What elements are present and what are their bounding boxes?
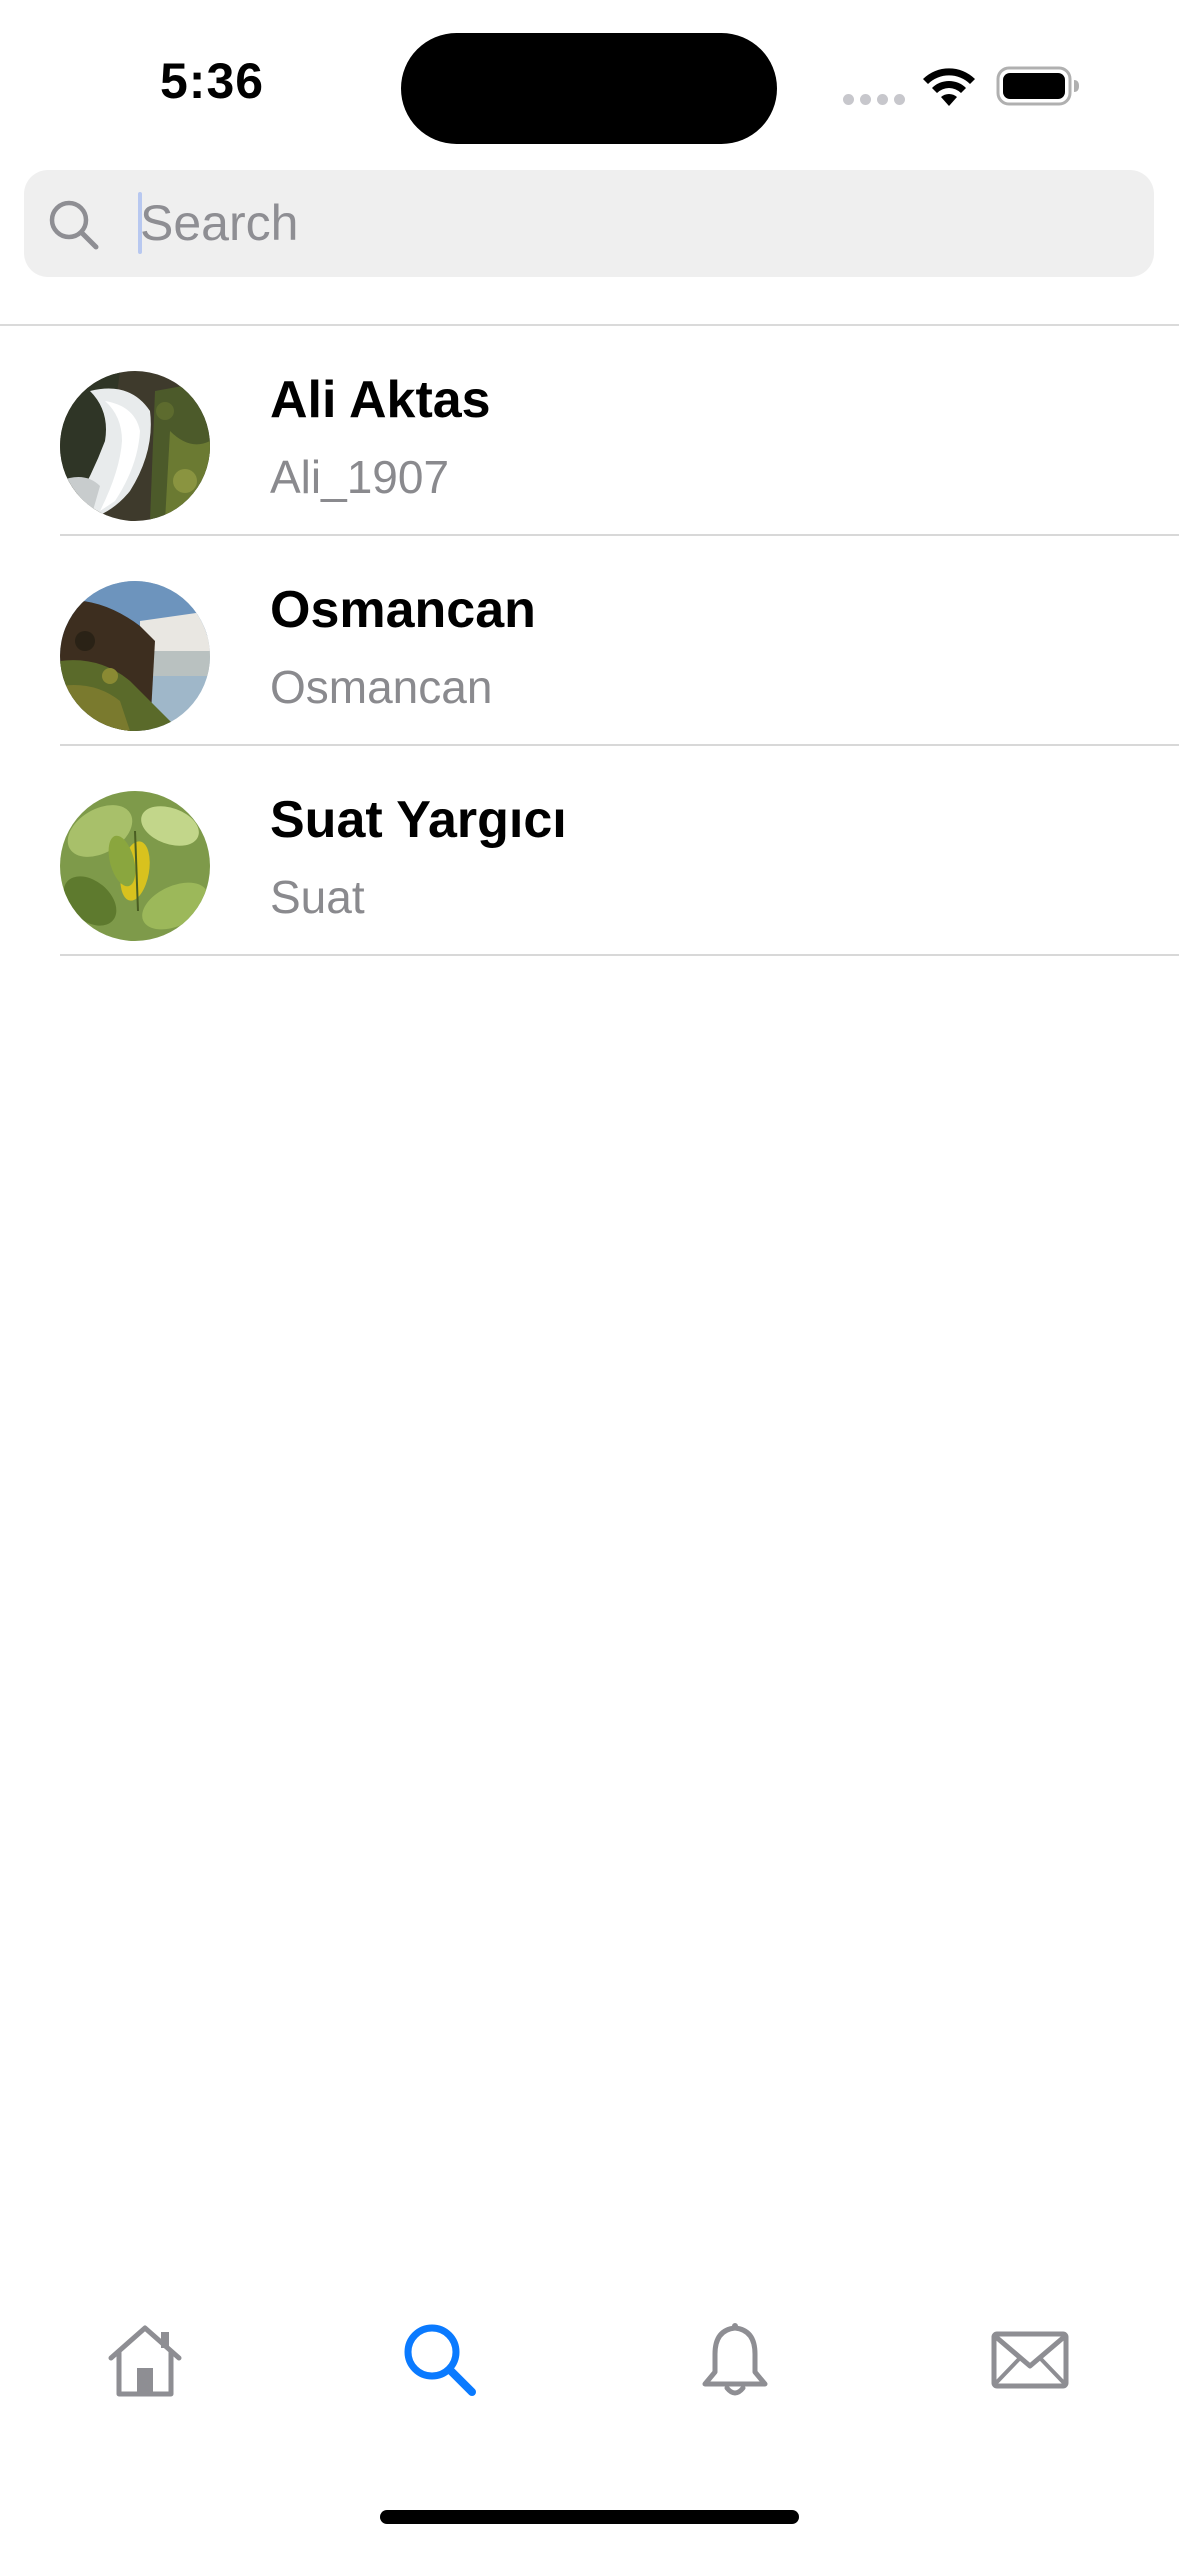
search-icon: [404, 2324, 476, 2396]
user-handle: Ali_1907: [270, 451, 450, 503]
search-input[interactable]: [140, 186, 1120, 260]
dynamic-island: [401, 33, 777, 144]
results-list: Ali Aktas Ali_1907 Osmancan Osmancan Sua…: [0, 326, 1179, 956]
tab-bar: [0, 2290, 1179, 2430]
search-icon: [49, 200, 99, 250]
mail-icon: [991, 2331, 1069, 2389]
avatar: [60, 581, 210, 731]
home-icon: [108, 2325, 182, 2397]
user-handle: Suat: [270, 871, 365, 923]
user-full-name: Ali Aktas: [270, 371, 491, 429]
home-indicator[interactable]: [380, 2510, 799, 2524]
status-time: 5:36: [160, 53, 265, 109]
user-handle: Osmancan: [270, 661, 493, 713]
user-row[interactable]: Osmancan Osmancan: [0, 536, 1179, 746]
waterfall-cliff-photo-icon: [60, 581, 210, 731]
search-bar[interactable]: [24, 170, 1154, 277]
status-bar: 5:36: [0, 0, 1179, 160]
cellular-signal-icon: [843, 94, 905, 106]
user-row[interactable]: Suat Yargıcı Suat: [0, 746, 1179, 956]
green-leaves-photo-icon: [60, 791, 210, 941]
bell-icon: [702, 2323, 768, 2396]
user-full-name: Suat Yargıcı: [270, 791, 567, 849]
waterfall-photo-icon: [60, 371, 210, 521]
avatar: [60, 371, 210, 521]
divider: [60, 954, 1179, 956]
user-row[interactable]: Ali Aktas Ali_1907: [0, 326, 1179, 536]
wifi-icon: [923, 68, 975, 106]
tab-home[interactable]: [65, 2290, 225, 2430]
user-full-name: Osmancan: [270, 581, 536, 639]
battery-icon: [996, 66, 1079, 106]
tab-search[interactable]: [360, 2290, 520, 2430]
tab-notifications[interactable]: [655, 2290, 815, 2430]
avatar: [60, 791, 210, 941]
tab-messages[interactable]: [950, 2290, 1110, 2430]
